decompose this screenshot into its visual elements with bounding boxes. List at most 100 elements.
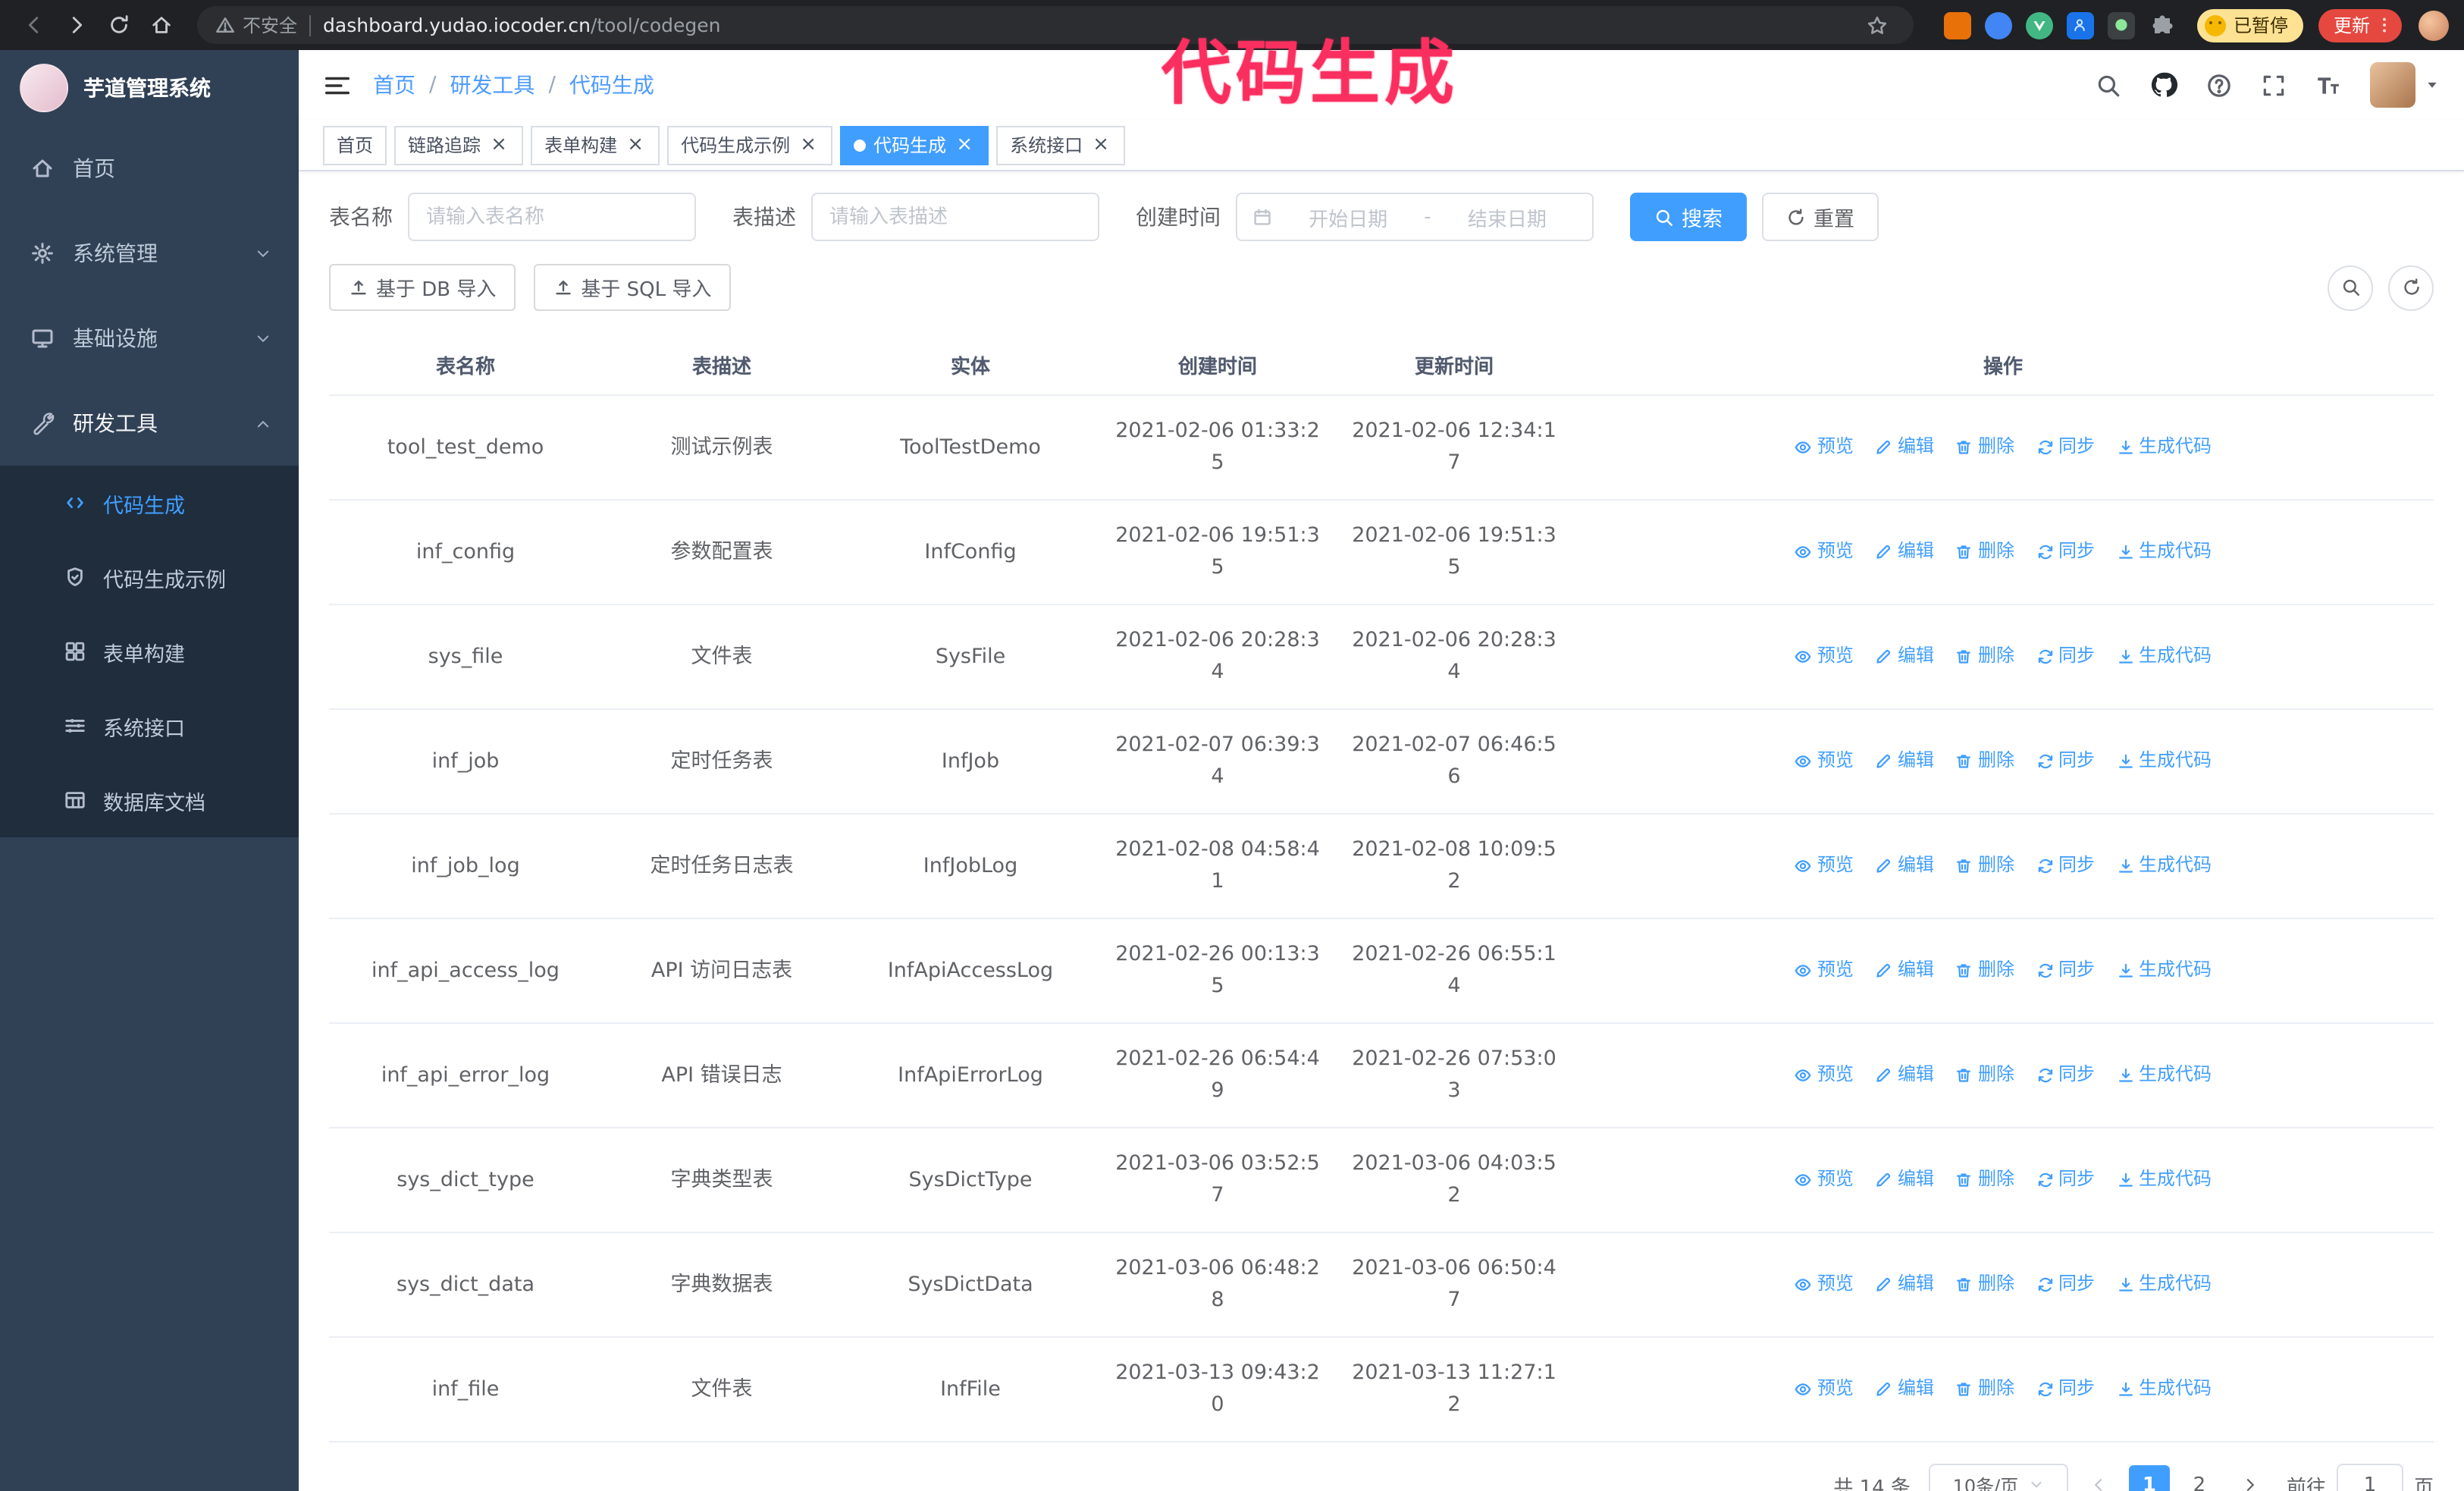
update-button[interactable]: 更新 <box>2318 8 2402 42</box>
sidebar-subitem-codegen[interactable]: 代码生成 <box>0 466 299 540</box>
delete-link[interactable]: 删除 <box>1955 746 2014 777</box>
tab-codegen[interactable]: 代码生成 × <box>840 125 989 165</box>
preview-link[interactable]: 预览 <box>1795 641 1854 673</box>
extension-icon-5[interactable]: ● <box>2107 11 2135 39</box>
prev-page-button[interactable] <box>2080 1464 2117 1491</box>
sync-link[interactable]: 同步 <box>2036 536 2095 568</box>
address-bar[interactable]: 不安全 dashboard.yudao.iocoder.cn/tool/code… <box>197 6 1914 44</box>
delete-link[interactable]: 删除 <box>1955 1059 2014 1091</box>
github-icon[interactable] <box>2150 71 2177 99</box>
delete-link[interactable]: 删除 <box>1955 536 2014 568</box>
edit-link[interactable]: 编辑 <box>1875 641 1934 673</box>
generate-link[interactable]: 生成代码 <box>2116 955 2212 987</box>
close-icon[interactable]: × <box>954 134 975 155</box>
sync-link[interactable]: 同步 <box>2036 1059 2095 1091</box>
generate-link[interactable]: 生成代码 <box>2116 746 2212 777</box>
table-desc-input[interactable] <box>811 193 1099 241</box>
next-page-button[interactable] <box>2232 1464 2268 1491</box>
generate-link[interactable]: 生成代码 <box>2116 1164 2212 1196</box>
end-date-input[interactable]: 结束日期 <box>1437 202 1577 231</box>
browser-profile-avatar[interactable] <box>2419 10 2449 40</box>
preview-link[interactable]: 预览 <box>1795 746 1854 777</box>
preview-link[interactable]: 预览 <box>1795 1269 1854 1301</box>
search-icon[interactable] <box>2096 72 2121 98</box>
sidebar-subitem-codegen-example[interactable]: 代码生成示例 <box>0 540 299 614</box>
search-button[interactable]: 搜索 <box>1630 193 1747 241</box>
sync-link[interactable]: 同步 <box>2036 641 2095 673</box>
sidebar-item-system[interactable]: 系统管理 <box>0 211 299 296</box>
delete-link[interactable]: 删除 <box>1955 1164 2014 1196</box>
extension-icon-vue[interactable] <box>2025 11 2053 39</box>
edit-link[interactable]: 编辑 <box>1875 746 1934 777</box>
delete-link[interactable]: 删除 <box>1955 1269 2014 1301</box>
tab-system-api[interactable]: 系统接口 × <box>996 125 1126 165</box>
edit-link[interactable]: 编辑 <box>1875 850 1934 882</box>
close-icon[interactable]: × <box>798 134 819 155</box>
edit-link[interactable]: 编辑 <box>1875 1164 1934 1196</box>
browser-home-icon[interactable] <box>143 7 179 43</box>
app-logo[interactable]: 芋道管理系统 <box>0 50 299 126</box>
sync-link[interactable]: 同步 <box>2036 1269 2095 1301</box>
breadcrumb-home[interactable]: 首页 <box>373 70 415 100</box>
paused-badge[interactable]: 已暂停 <box>2196 8 2303 42</box>
preview-link[interactable]: 预览 <box>1795 850 1854 882</box>
fullscreen-icon[interactable] <box>2261 72 2287 98</box>
sidebar-subitem-form-builder[interactable]: 表单构建 <box>0 614 299 689</box>
generate-link[interactable]: 生成代码 <box>2116 1373 2212 1405</box>
table-name-input[interactable] <box>408 193 696 241</box>
security-chip[interactable]: 不安全 <box>215 12 297 38</box>
generate-link[interactable]: 生成代码 <box>2116 1269 2212 1301</box>
preview-link[interactable]: 预览 <box>1795 1373 1854 1405</box>
delete-link[interactable]: 删除 <box>1955 1373 2014 1405</box>
page-button-1[interactable]: 1 <box>2128 1464 2170 1491</box>
generate-link[interactable]: 生成代码 <box>2116 536 2212 568</box>
import-sql-button[interactable]: 基于 SQL 导入 <box>534 264 732 311</box>
generate-link[interactable]: 生成代码 <box>2116 641 2212 673</box>
extension-icon-1[interactable] <box>1943 11 1971 39</box>
delete-link[interactable]: 删除 <box>1955 641 2014 673</box>
edit-link[interactable]: 编辑 <box>1875 1269 1934 1301</box>
toggle-search-button[interactable] <box>2328 265 2373 310</box>
sync-link[interactable]: 同步 <box>2036 432 2095 463</box>
sync-link[interactable]: 同步 <box>2036 850 2095 882</box>
close-icon[interactable]: × <box>1090 134 1111 155</box>
sync-link[interactable]: 同步 <box>2036 1164 2095 1196</box>
tab-home[interactable]: 首页 <box>323 125 387 165</box>
edit-link[interactable]: 编辑 <box>1875 536 1934 568</box>
edit-link[interactable]: 编辑 <box>1875 1373 1934 1405</box>
reset-button[interactable]: 重置 <box>1762 193 1879 241</box>
preview-link[interactable]: 预览 <box>1795 955 1854 987</box>
browser-reload-icon[interactable] <box>100 7 136 43</box>
page-button-2[interactable]: 2 <box>2179 1464 2220 1491</box>
browser-back-icon[interactable] <box>15 7 52 43</box>
tab-codegen-example[interactable]: 代码生成示例 × <box>667 125 833 165</box>
start-date-input[interactable]: 开始日期 <box>1278 202 1418 231</box>
tab-tracing[interactable]: 链路追踪 × <box>394 125 524 165</box>
goto-page-input[interactable] <box>2336 1464 2403 1491</box>
extension-icon-2[interactable] <box>1984 11 2012 39</box>
refresh-table-button[interactable] <box>2388 265 2434 310</box>
preview-link[interactable]: 预览 <box>1795 1164 1854 1196</box>
bookmark-star-icon[interactable] <box>1859 7 1895 43</box>
sidebar-subitem-db-doc[interactable]: 数据库文档 <box>0 763 299 837</box>
preview-link[interactable]: 预览 <box>1795 1059 1854 1091</box>
hamburger-icon[interactable] <box>323 71 352 99</box>
page-size-select[interactable]: 10条/页 <box>1928 1464 2068 1491</box>
edit-link[interactable]: 编辑 <box>1875 1059 1934 1091</box>
close-icon[interactable]: × <box>488 134 509 155</box>
generate-link[interactable]: 生成代码 <box>2116 432 2212 463</box>
breadcrumb-codegen[interactable]: 代码生成 <box>569 70 654 100</box>
sync-link[interactable]: 同步 <box>2036 746 2095 777</box>
breadcrumb-devtools[interactable]: 研发工具 <box>450 70 534 100</box>
font-size-icon[interactable] <box>2315 72 2341 98</box>
generate-link[interactable]: 生成代码 <box>2116 1059 2212 1091</box>
sync-link[interactable]: 同步 <box>2036 1373 2095 1405</box>
tab-form-builder[interactable]: 表单构建 × <box>531 125 660 165</box>
delete-link[interactable]: 删除 <box>1955 850 2014 882</box>
extensions-puzzle-icon[interactable] <box>2149 11 2176 39</box>
delete-link[interactable]: 删除 <box>1955 432 2014 463</box>
sidebar-item-devtools[interactable]: 研发工具 <box>0 381 299 466</box>
user-menu[interactable] <box>2370 62 2440 108</box>
sidebar-subitem-system-api[interactable]: 系统接口 <box>0 689 299 763</box>
preview-link[interactable]: 预览 <box>1795 432 1854 463</box>
